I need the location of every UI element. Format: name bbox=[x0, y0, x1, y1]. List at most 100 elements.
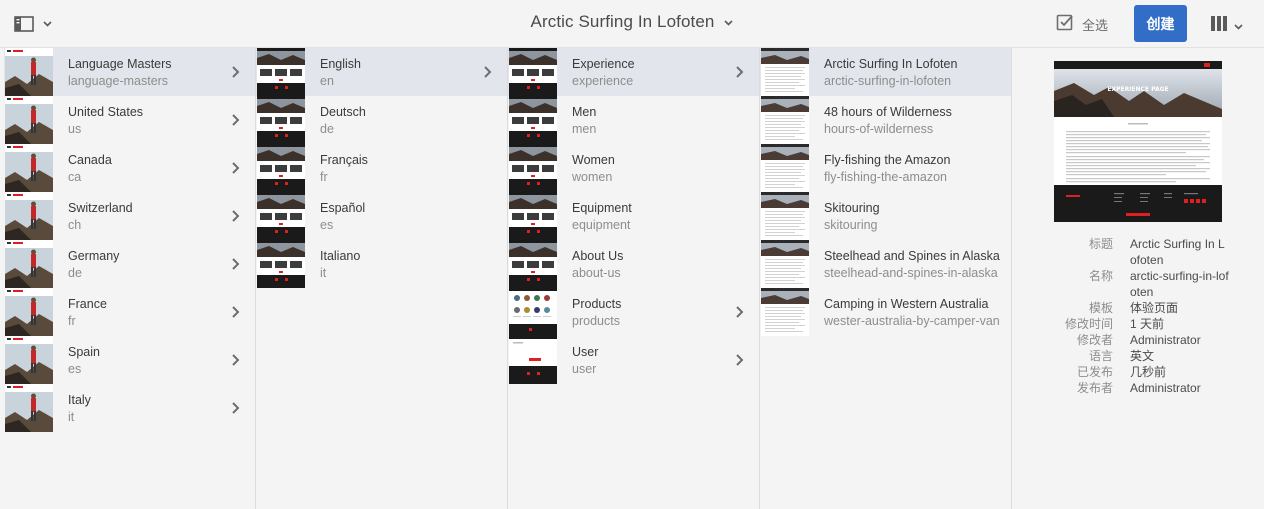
column-item[interactable]: Products products bbox=[508, 288, 759, 336]
page-thumbnail[interactable] bbox=[5, 48, 53, 96]
column-item[interactable]: Italy it bbox=[4, 384, 255, 432]
item-title: Spain bbox=[68, 345, 100, 359]
item-name: it bbox=[320, 266, 327, 280]
column-item[interactable]: Skitouring skitouring bbox=[760, 192, 1011, 240]
chevron-right-icon[interactable] bbox=[735, 353, 745, 371]
column-item[interactable]: Español es bbox=[256, 192, 507, 240]
page-thumbnail[interactable] bbox=[5, 384, 53, 432]
page-title: Arctic Surfing In Lofoten bbox=[530, 12, 715, 31]
chevron-right-icon[interactable] bbox=[231, 65, 241, 83]
property-row: 语言 英文 bbox=[1012, 348, 1263, 364]
item-name: men bbox=[572, 122, 597, 136]
item-name: women bbox=[572, 170, 613, 184]
property-label: 发布者 bbox=[1076, 381, 1113, 395]
page-thumbnail[interactable] bbox=[509, 144, 557, 192]
page-thumbnail[interactable] bbox=[5, 336, 53, 384]
chevron-right-icon[interactable] bbox=[231, 209, 241, 227]
column-item[interactable]: Language Masters language-masters bbox=[4, 48, 255, 96]
chevron-right-icon[interactable] bbox=[231, 401, 241, 419]
rail-toggle-icon bbox=[14, 16, 34, 32]
create-button[interactable]: 创建 bbox=[1134, 5, 1187, 42]
item-name: language-masters bbox=[68, 74, 169, 88]
column-3: Experience experience Men men Women women E… bbox=[508, 48, 760, 509]
item-title: English bbox=[320, 57, 361, 71]
chevron-right-icon[interactable] bbox=[231, 257, 241, 275]
page-thumbnail[interactable] bbox=[257, 96, 305, 144]
column-item[interactable]: Equipment equipment bbox=[508, 192, 759, 240]
item-title: Language Masters bbox=[68, 57, 172, 71]
column-item[interactable]: Camping in Western Australia wester-austr… bbox=[760, 288, 1011, 336]
item-title: Skitouring bbox=[824, 201, 880, 215]
page-thumbnail[interactable] bbox=[257, 48, 305, 96]
page-thumbnail[interactable] bbox=[509, 288, 557, 336]
page-title-menu[interactable]: Arctic Surfing In Lofoten bbox=[531, 12, 734, 32]
rail-toggle-button[interactable] bbox=[14, 14, 56, 34]
page-thumbnail[interactable] bbox=[761, 48, 809, 96]
page-thumbnail[interactable] bbox=[509, 240, 557, 288]
chevron-right-icon[interactable] bbox=[231, 305, 241, 323]
column-item[interactable]: Men men bbox=[508, 96, 759, 144]
page-thumbnail[interactable] bbox=[509, 48, 557, 96]
chevron-right-icon[interactable] bbox=[231, 113, 241, 131]
column-item[interactable]: France fr bbox=[4, 288, 255, 336]
column-item[interactable]: Steelhead and Spines in Alaska steelhead-… bbox=[760, 240, 1011, 288]
page-thumbnail[interactable] bbox=[257, 240, 305, 288]
column-view-icon bbox=[1210, 15, 1228, 37]
page-thumbnail[interactable] bbox=[761, 96, 809, 144]
page-preview-thumbnail[interactable]: EXPERIENCE PAGE bbox=[1054, 61, 1222, 222]
page-thumbnail[interactable] bbox=[5, 288, 53, 336]
page-thumbnail[interactable] bbox=[761, 144, 809, 192]
page-thumbnail[interactable] bbox=[5, 240, 53, 288]
item-title: Fly-fishing the Amazon bbox=[824, 153, 951, 167]
chevron-right-icon[interactable] bbox=[735, 305, 745, 323]
page-thumbnail[interactable] bbox=[761, 192, 809, 240]
page-thumbnail[interactable] bbox=[509, 192, 557, 240]
item-title: United States bbox=[68, 105, 144, 119]
column-item[interactable]: Arctic Surfing In Lofoten arctic-surfing-… bbox=[760, 48, 1011, 96]
column-item[interactable]: About Us about-us bbox=[508, 240, 759, 288]
column-item[interactable]: Français fr bbox=[256, 144, 507, 192]
item-title: Arctic Surfing In Lofoten bbox=[824, 57, 958, 71]
select-all-button[interactable]: 全选 bbox=[1056, 13, 1108, 36]
property-value: Arctic Surfing In Lofoten bbox=[1130, 237, 1225, 267]
item-name: de bbox=[68, 266, 82, 280]
column-item[interactable]: Spain es bbox=[4, 336, 255, 384]
column-item[interactable]: United States us bbox=[4, 96, 255, 144]
preview-hero-text: EXPERIENCE PAGE bbox=[1107, 86, 1168, 93]
column-item[interactable]: User user bbox=[508, 336, 759, 384]
page-thumbnail[interactable] bbox=[5, 96, 53, 144]
page-thumbnail[interactable] bbox=[761, 288, 809, 336]
column-item[interactable]: Switzerland ch bbox=[4, 192, 255, 240]
column-item[interactable]: Germany de bbox=[4, 240, 255, 288]
property-row: 修改者 Administrator bbox=[1012, 332, 1263, 348]
column-item[interactable]: Deutsch de bbox=[256, 96, 507, 144]
page-thumbnail[interactable] bbox=[509, 336, 557, 384]
chevron-right-icon[interactable] bbox=[231, 353, 241, 371]
page-thumbnail[interactable] bbox=[5, 192, 53, 240]
page-thumbnail[interactable] bbox=[257, 192, 305, 240]
page-thumbnail[interactable] bbox=[509, 96, 557, 144]
column-item[interactable]: English en bbox=[256, 48, 507, 96]
chevron-right-icon[interactable] bbox=[483, 65, 493, 83]
item-title: Products bbox=[572, 297, 622, 311]
property-row: 标题 Arctic Surfing In Lofoten bbox=[1012, 236, 1263, 268]
property-label: 标题 bbox=[1088, 237, 1113, 251]
property-value: 1 天前 bbox=[1130, 317, 1165, 331]
property-label: 修改者 bbox=[1076, 333, 1113, 347]
property-value: Administrator bbox=[1130, 381, 1201, 395]
chevron-right-icon[interactable] bbox=[231, 161, 241, 179]
column-item[interactable]: Fly-fishing the Amazon fly-fishing-the-am… bbox=[760, 144, 1011, 192]
property-row: 发布者 Administrator bbox=[1012, 380, 1263, 396]
page-thumbnail[interactable] bbox=[5, 144, 53, 192]
item-title: Italy bbox=[68, 393, 91, 407]
column-item[interactable]: 48 hours of Wilderness hours-of-wildernes… bbox=[760, 96, 1011, 144]
column-item[interactable]: Women women bbox=[508, 144, 759, 192]
view-switcher-button[interactable] bbox=[1210, 15, 1243, 37]
chevron-right-icon[interactable] bbox=[735, 65, 745, 83]
column-item[interactable]: Italiano it bbox=[256, 240, 507, 288]
item-title: Canada bbox=[68, 153, 112, 167]
column-item[interactable]: Experience experience bbox=[508, 48, 759, 96]
page-thumbnail[interactable] bbox=[257, 144, 305, 192]
page-thumbnail[interactable] bbox=[761, 240, 809, 288]
column-item[interactable]: Canada ca bbox=[4, 144, 255, 192]
